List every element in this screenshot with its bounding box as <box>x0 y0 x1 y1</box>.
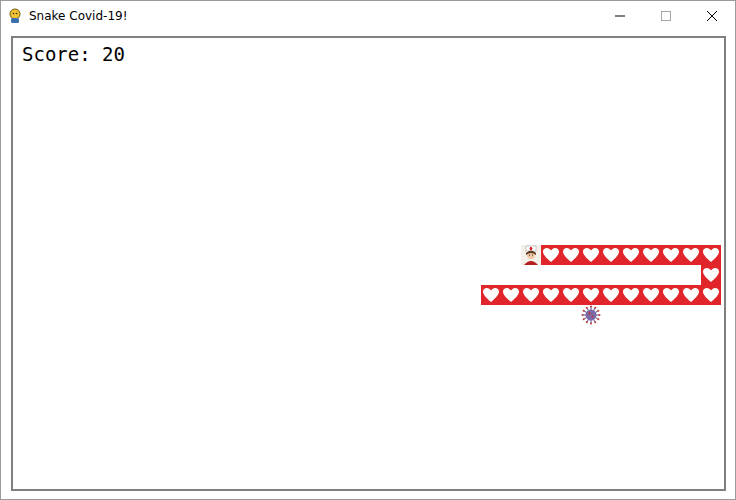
title-bar[interactable]: Snake Covid-19! <box>1 1 735 31</box>
maximize-icon <box>661 11 671 21</box>
snake-segment <box>641 245 661 265</box>
heart-icon <box>542 247 560 263</box>
heart-icon <box>582 247 600 263</box>
snake-segment <box>661 285 681 305</box>
snake-segment <box>581 285 601 305</box>
heart-icon <box>622 247 640 263</box>
close-button[interactable] <box>689 1 735 31</box>
snake-segment <box>681 285 701 305</box>
snake-segment <box>521 285 541 305</box>
heart-icon <box>642 247 660 263</box>
heart-icon <box>542 287 560 303</box>
nurse-icon <box>521 245 541 265</box>
snake-segment <box>581 245 601 265</box>
heart-icon <box>662 247 680 263</box>
heart-icon <box>682 247 700 263</box>
minimize-icon <box>615 11 625 21</box>
minimize-button[interactable] <box>597 1 643 31</box>
heart-icon <box>602 247 620 263</box>
snake-segment <box>561 245 581 265</box>
heart-icon <box>522 287 540 303</box>
snake-segment <box>601 245 621 265</box>
window-title: Snake Covid-19! <box>29 9 127 23</box>
game-board: Score: 20 <box>11 36 726 491</box>
snake-segment <box>541 285 561 305</box>
snake-segment <box>641 285 661 305</box>
game-window: Snake Covid-19! Score: 20 <box>0 0 736 500</box>
virus-food <box>581 305 601 325</box>
snake-segment <box>701 285 721 305</box>
heart-icon <box>702 247 720 263</box>
heart-icon <box>622 287 640 303</box>
snake-segment <box>501 285 521 305</box>
heart-icon <box>502 287 520 303</box>
heart-icon <box>562 247 580 263</box>
snake-segment <box>601 285 621 305</box>
snake-segment <box>621 245 641 265</box>
heart-icon <box>662 287 680 303</box>
snake-segment <box>561 285 581 305</box>
snake-segment <box>541 245 561 265</box>
heart-icon <box>702 287 720 303</box>
heart-icon <box>562 287 580 303</box>
snake-segment <box>681 245 701 265</box>
heart-icon <box>602 287 620 303</box>
maximize-button[interactable] <box>643 1 689 31</box>
snake-segment <box>701 245 721 265</box>
close-icon <box>707 11 717 21</box>
heart-icon <box>482 287 500 303</box>
snake-segment <box>701 265 721 285</box>
snake-segment <box>481 285 501 305</box>
snake-segment <box>661 245 681 265</box>
snake-segment <box>621 285 641 305</box>
snake-head <box>521 245 541 265</box>
heart-icon <box>582 287 600 303</box>
virus-icon <box>581 305 601 325</box>
heart-icon <box>682 287 700 303</box>
heart-icon <box>702 267 720 283</box>
pygame-icon <box>7 8 23 24</box>
score: Score: 20 <box>22 43 125 65</box>
heart-icon <box>642 287 660 303</box>
